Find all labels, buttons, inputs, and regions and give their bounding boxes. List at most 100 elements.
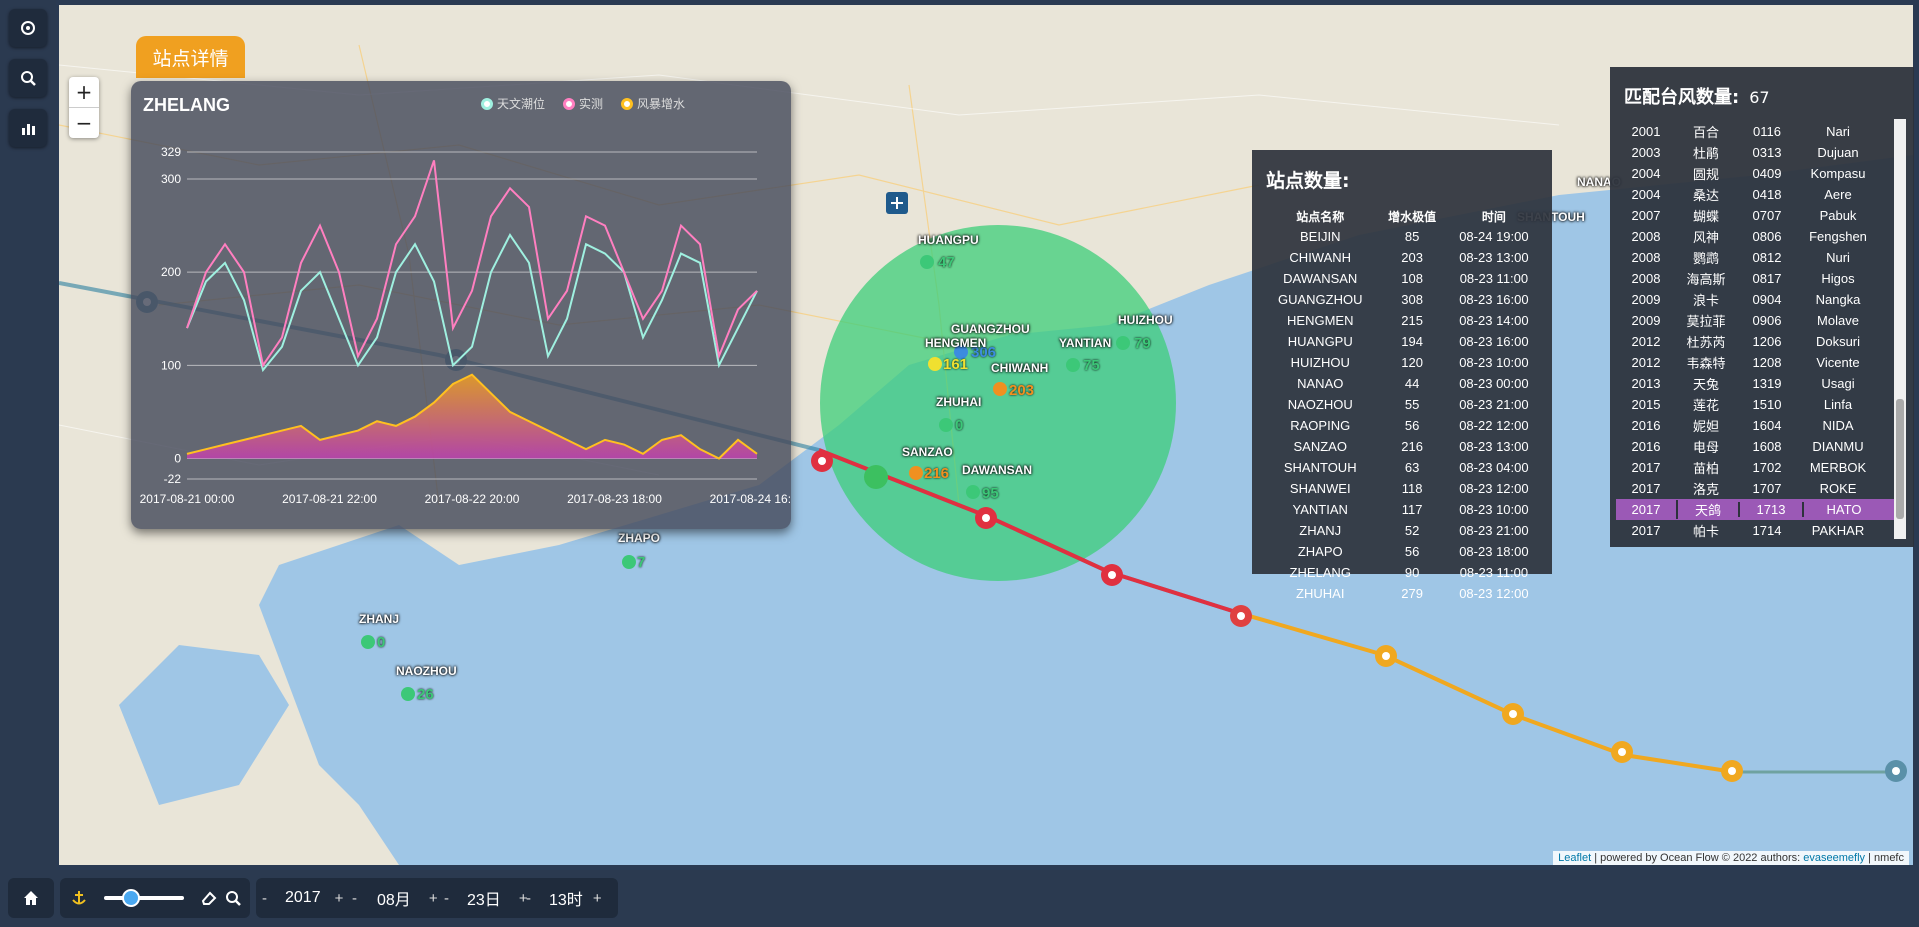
series-line-1[interactable]: [186, 160, 758, 368]
scrollbar-thumb[interactable]: [1896, 399, 1904, 519]
station-row[interactable]: GUANGZHOU 308 08-23 16:00: [1262, 289, 1542, 310]
typhoon-row[interactable]: 2017 天鸽 1713 HATO: [1616, 499, 1896, 520]
station-row[interactable]: NAOZHOU 55 08-23 21:00: [1262, 394, 1542, 415]
anchor-icon[interactable]: [70, 889, 88, 907]
typhoon-row[interactable]: 2017 帕卡 1714 PAKHAR: [1616, 520, 1896, 541]
typhoon-code: 0817: [1752, 271, 1782, 286]
station-row[interactable]: SHANTOUH 63 08-23 04:00: [1262, 457, 1542, 478]
typhoon-list-scrollbar[interactable]: [1894, 119, 1906, 539]
station-marker[interactable]: [1066, 358, 1080, 372]
location-icon[interactable]: [9, 9, 47, 47]
typhoon-row[interactable]: 2004 圆规 0409 Kompasu: [1616, 163, 1896, 184]
typhoon-row[interactable]: 2008 风神 0806 Fengshen: [1616, 226, 1896, 247]
typhoon-row[interactable]: 2012 韦森特 1208 Vicente: [1616, 352, 1896, 373]
station-row[interactable]: ZHAPO 56 08-23 18:00: [1262, 541, 1542, 562]
typhoon-row[interactable]: 2008 海高斯 0817 Higos: [1616, 268, 1896, 289]
station-row[interactable]: HENGMEN 215 08-23 14:00: [1262, 310, 1542, 331]
typhoon-row[interactable]: 2008 鹦鹉 0812 Nuri: [1616, 247, 1896, 268]
typhoon-en-name: ROKE: [1819, 481, 1857, 496]
typhoon-row[interactable]: 2017 苗柏 1702 MERBOK: [1616, 457, 1896, 478]
zoom-in-button[interactable]: +: [69, 77, 99, 107]
y-tick-label: 200: [161, 265, 181, 279]
typhoon-year: 2008: [1631, 250, 1661, 265]
station-row[interactable]: YANTIAN 117 08-23 10:00: [1262, 499, 1542, 520]
station-marker[interactable]: [966, 485, 980, 499]
typhoon-en-name: Kompasu: [1810, 166, 1866, 181]
typhoon-row[interactable]: 2015 莲花 1510 Linfa: [1616, 394, 1896, 415]
month-plus-button[interactable]: +: [429, 890, 438, 907]
hour-minus-button[interactable]: -: [526, 890, 531, 907]
typhoon-code: 0806: [1752, 229, 1782, 244]
bar-chart-icon[interactable]: [9, 109, 47, 147]
station-row[interactable]: SHANWEI 118 08-23 12:00: [1262, 478, 1542, 499]
typhoon-cn-name: 鹦鹉: [1692, 251, 1719, 266]
typhoon-row[interactable]: 2012 杜苏芮 1206 Doksuri: [1616, 331, 1896, 352]
typhoon-cn-name: 桑达: [1692, 188, 1719, 203]
zoom-control: + −: [69, 77, 99, 138]
station-marker[interactable]: [920, 255, 934, 269]
x-tick-label: 2017-08-21 22:00: [282, 492, 377, 506]
station-label: YANTIAN: [1059, 336, 1112, 350]
search-zoom-icon[interactable]: [224, 889, 242, 907]
typhoon-code: 1206: [1752, 334, 1782, 349]
typhoon-row[interactable]: 2001 百合 0116 Nari: [1616, 121, 1896, 142]
month-minus-button[interactable]: -: [352, 890, 357, 907]
station-row[interactable]: DAWANSAN 108 08-23 11:00: [1262, 268, 1542, 289]
station-row[interactable]: NANAO 44 08-23 00:00: [1262, 373, 1542, 394]
station-row[interactable]: ZHUHAI 279 08-23 12:00: [1262, 583, 1542, 604]
typhoon-en-name: Pabuk: [1819, 208, 1857, 223]
author-link[interactable]: evaseemefly: [1803, 852, 1865, 864]
station-marker[interactable]: [993, 382, 1007, 396]
station-detail-tab[interactable]: 站点详情: [136, 36, 245, 78]
typhoon-row[interactable]: 2009 浪卡 0904 Nangka: [1616, 289, 1896, 310]
typhoon-en-name: Usagi: [1821, 376, 1855, 391]
station-marker[interactable]: [1116, 336, 1130, 350]
station-marker[interactable]: [622, 555, 636, 569]
station-row[interactable]: CHIWANH 203 08-23 13:00: [1262, 247, 1542, 268]
typhoon-row[interactable]: 2017 洛克 1707 ROKE: [1616, 478, 1896, 499]
station-row[interactable]: HUANGPU 194 08-23 16:00: [1262, 331, 1542, 352]
year-minus-button[interactable]: -: [262, 890, 267, 907]
slider-handle[interactable]: [122, 889, 140, 907]
y-tick-label: 0: [174, 452, 181, 466]
home-button[interactable]: [8, 878, 54, 918]
hour-plus-button[interactable]: +: [593, 890, 602, 907]
station-marker[interactable]: [361, 635, 375, 649]
typhoon-cn-name: 浪卡: [1692, 293, 1719, 308]
station-row[interactable]: ZHANJ 52 08-23 21:00: [1262, 520, 1542, 541]
station-row[interactable]: ZHELANG 90 08-23 11:00: [1262, 562, 1542, 583]
station-label: HENGMEN: [925, 336, 987, 350]
station-row[interactable]: BEIJIN 85 08-24 19:00: [1262, 226, 1542, 247]
station-marker[interactable]: [928, 357, 942, 371]
day-minus-button[interactable]: -: [444, 890, 449, 907]
typhoon-row[interactable]: 2004 桑达 0418 Aere: [1616, 184, 1896, 205]
station-row[interactable]: SANZAO 216 08-23 13:00: [1262, 436, 1542, 457]
time-cell: 08-23 12:00: [1459, 481, 1529, 496]
typhoon-row[interactable]: 2007 蝴蝶 0707 Pabuk: [1616, 205, 1896, 226]
station-label: GUANGZHOU: [951, 322, 1030, 336]
station-marker[interactable]: [909, 466, 923, 480]
opacity-slider[interactable]: [104, 896, 184, 900]
station-value: 26: [417, 686, 434, 703]
bottom-toolbar: - 2017 + - 08月 + - 23日 + - 13时 +: [0, 870, 1919, 927]
typhoon-row[interactable]: 2013 天兔 1319 Usagi: [1616, 373, 1896, 394]
typhoon-en-name: Vicente: [1816, 355, 1860, 370]
leaflet-link[interactable]: Leaflet: [1558, 852, 1591, 864]
typhoon-year: 2003: [1631, 145, 1661, 160]
typhoon-en-name: Higos: [1821, 271, 1855, 286]
station-row[interactable]: RAOPING 56 08-22 12:00: [1262, 415, 1542, 436]
typhoon-cn-name: 蝴蝶: [1692, 209, 1719, 224]
typhoon-row[interactable]: 2016 电母 1608 DIANMU: [1616, 436, 1896, 457]
surge-chart: 329 300 200 100 0 -22 2017-08-21 00:00 2017-08-…: [140, 145, 791, 506]
station-marker[interactable]: [939, 418, 953, 432]
station-row[interactable]: HUIZHOU 120 08-23 10:00: [1262, 352, 1542, 373]
station-marker[interactable]: [401, 687, 415, 701]
year-plus-button[interactable]: +: [335, 890, 344, 907]
typhoon-row[interactable]: 2003 杜鹃 0313 Dujuan: [1616, 142, 1896, 163]
eraser-icon[interactable]: [200, 889, 218, 907]
typhoon-row[interactable]: 2016 妮妲 1604 NIDA: [1616, 415, 1896, 436]
zoom-out-button[interactable]: −: [69, 107, 99, 138]
station-name-cell: NAOZHOU: [1287, 397, 1353, 412]
search-zoom-icon[interactable]: [9, 59, 47, 97]
typhoon-row[interactable]: 2009 莫拉菲 0906 Molave: [1616, 310, 1896, 331]
